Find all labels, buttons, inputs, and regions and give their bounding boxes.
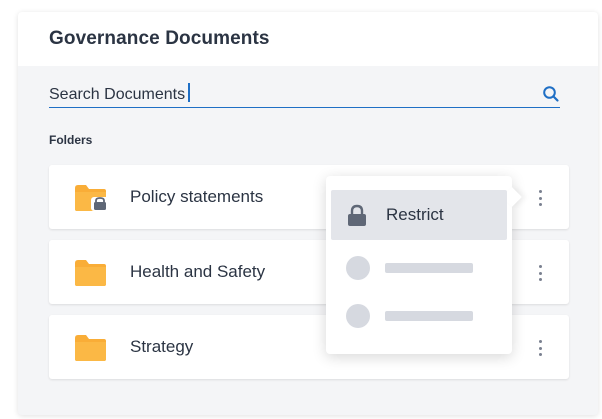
folder-icon (75, 335, 106, 361)
folder-label: Health and Safety (130, 262, 266, 281)
menu-item-placeholder[interactable] (331, 242, 507, 292)
placeholder-label (385, 311, 473, 321)
menu-item-label: Restrict (386, 205, 444, 224)
placeholder-label (385, 263, 473, 273)
context-menu: Restrict (326, 176, 522, 354)
panel-header: Governance Documents (18, 12, 598, 66)
folder-icon (75, 260, 106, 286)
more-options-icon[interactable] (535, 337, 545, 359)
search-icon[interactable] (542, 85, 560, 103)
search-input-text[interactable]: Search Documents (49, 83, 191, 104)
folders-section-label: Folders (49, 133, 93, 147)
menu-item-restrict[interactable]: Restrict (331, 190, 507, 240)
placeholder-icon (346, 256, 370, 280)
locked-folder-icon (75, 185, 109, 211)
text-caret (188, 83, 191, 102)
more-options-icon[interactable] (535, 262, 545, 284)
placeholder-icon (346, 304, 370, 328)
folder-label: Policy statements (130, 187, 264, 206)
search-input-value: Search Documents (49, 86, 186, 103)
lock-icon (348, 204, 366, 226)
folder-label: Strategy (130, 337, 194, 356)
more-options-icon[interactable] (535, 187, 545, 209)
search-input[interactable]: Search Documents (49, 80, 560, 108)
menu-item-placeholder[interactable] (331, 290, 507, 340)
page-title: Governance Documents (49, 28, 270, 49)
